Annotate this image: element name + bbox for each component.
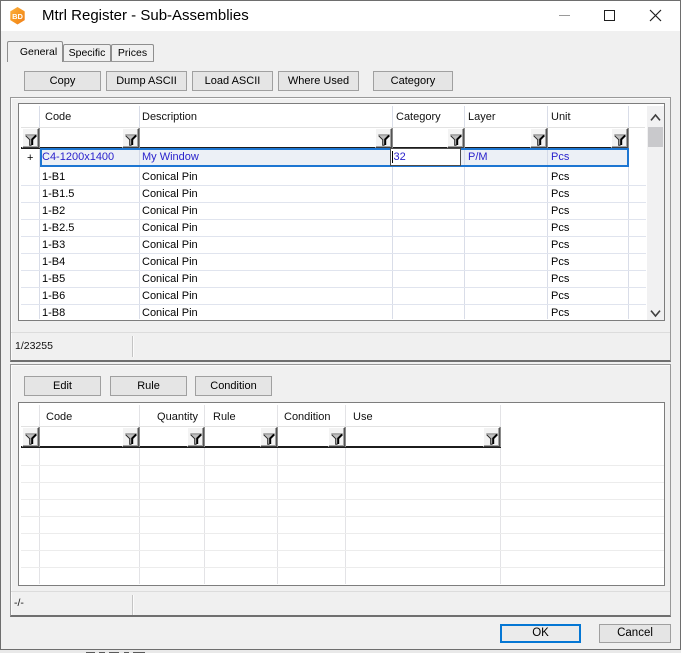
svg-text:BD: BD [12, 12, 23, 21]
